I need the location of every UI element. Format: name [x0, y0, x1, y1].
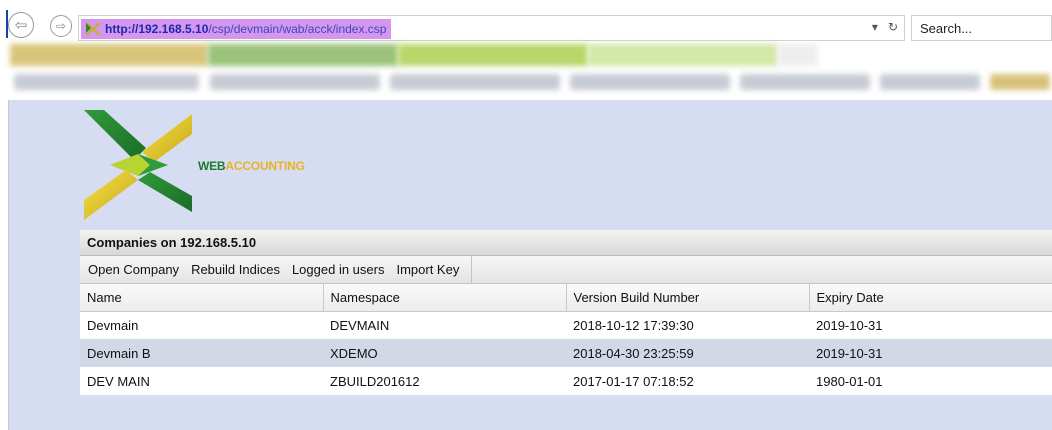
column-header-name[interactable]: Name — [80, 284, 324, 312]
bookmarks-bar — [10, 72, 1052, 94]
cell-namespace[interactable]: ZBUILD201612 — [323, 367, 566, 395]
refresh-icon[interactable]: ↻ — [888, 20, 898, 34]
blurred-bookmark[interactable] — [880, 74, 980, 90]
open-company-button[interactable]: Open Company — [82, 262, 185, 277]
cell-version-build[interactable]: 2017-01-17 07:18:52 — [566, 367, 809, 395]
table-row[interactable]: DEV MAIN ZBUILD201612 2017-01-17 07:18:52 1… — [80, 367, 1052, 395]
table-header-row: Name Namespace Version Build Number Expi… — [80, 284, 1052, 312]
blurred-bookmark[interactable] — [570, 74, 730, 90]
site-favicon-icon — [85, 23, 101, 35]
column-header-version[interactable]: Version Build Number — [566, 284, 810, 312]
blurred-bookmark[interactable] — [740, 74, 870, 90]
blurred-tab[interactable] — [208, 44, 398, 66]
cell-version-build[interactable]: 2018-10-12 17:39:30 — [566, 311, 809, 339]
companies-toolbar: Open Company Rebuild Indices Logged in u… — [80, 255, 1052, 284]
cell-expiry-date[interactable]: 1980-01-01 — [809, 367, 1052, 395]
blurred-tab[interactable] — [10, 44, 208, 66]
back-button[interactable]: ⇦ — [8, 12, 34, 38]
cell-name[interactable]: Devmain B — [80, 339, 323, 367]
logo-word-web: WEB — [198, 159, 226, 173]
webaccounting-logo: WEBACCOUNTING — [80, 108, 320, 222]
address-actions: ▾ ↻ — [872, 20, 898, 34]
dropdown-arrow-icon[interactable]: ▾ — [872, 20, 878, 34]
arrow-right-icon: ⇨ — [55, 19, 67, 33]
panel-title: Companies on 192.168.5.10 — [80, 230, 1052, 256]
cell-namespace[interactable]: XDEMO — [323, 339, 566, 367]
table-row[interactable]: Devmain B XDEMO 2018-04-30 23:25:59 2019-10… — [80, 339, 1052, 367]
forward-button[interactable]: ⇨ — [50, 15, 72, 37]
search-input[interactable]: Search... — [911, 15, 1052, 41]
rebuild-indices-button[interactable]: Rebuild Indices — [185, 262, 286, 277]
companies-table: Name Namespace Version Build Number Expi… — [80, 284, 1052, 395]
toolbar-group: Open Company Rebuild Indices Logged in u… — [82, 255, 473, 284]
logo-mark-icon — [84, 110, 192, 220]
panel-title-text: Companies on 192.168.5.10 — [87, 235, 257, 250]
table-row[interactable]: Devmain DEVMAIN 2018-10-12 17:39:30 2019-10… — [80, 311, 1052, 339]
cell-name[interactable]: DEV MAIN — [80, 367, 323, 395]
cell-version-build[interactable]: 2018-04-30 23:25:59 — [566, 339, 809, 367]
blurred-tab[interactable] — [778, 44, 818, 66]
import-key-button[interactable]: Import Key — [390, 262, 465, 277]
tab-strip — [10, 44, 1052, 66]
cell-expiry-date[interactable]: 2019-10-31 — [809, 339, 1052, 367]
search-placeholder: Search... — [920, 21, 973, 36]
url-path: /csp/devmain/wab/acck/index.csp — [208, 22, 387, 36]
blurred-tab[interactable] — [398, 44, 588, 66]
logo-word-accounting: ACCOUNTING — [225, 159, 305, 173]
cell-expiry-date[interactable]: 2019-10-31 — [809, 311, 1052, 339]
browser-chrome: ⇦ ⇨ http://192.168.5.10/csp/devmain/wab/… — [0, 0, 1052, 100]
blurred-bookmark[interactable] — [14, 74, 199, 90]
page-content: WEBACCOUNTING Companies on 192.168.5.10 … — [0, 100, 1052, 430]
blurred-bookmark[interactable] — [210, 74, 380, 90]
column-header-namespace[interactable]: Namespace — [323, 284, 567, 312]
logged-in-users-button[interactable]: Logged in users — [286, 262, 391, 277]
logo-wordmark: WEBACCOUNTING — [198, 159, 305, 173]
cell-name[interactable]: Devmain — [80, 311, 323, 339]
url-host: http://192.168.5.10 — [105, 22, 209, 36]
arrow-left-icon: ⇦ — [14, 16, 28, 34]
address-bar[interactable]: http://192.168.5.10/csp/devmain/wab/acck… — [78, 15, 905, 41]
blurred-tab[interactable] — [588, 44, 778, 66]
cell-namespace[interactable]: DEVMAIN — [323, 311, 566, 339]
blurred-bookmark[interactable] — [990, 74, 1050, 90]
url-text[interactable]: http://192.168.5.10/csp/devmain/wab/acck… — [81, 19, 392, 39]
companies-panel: Companies on 192.168.5.10 Open Company R… — [80, 230, 1052, 430]
column-header-expiry[interactable]: Expiry Date — [809, 284, 1052, 312]
blurred-bookmark[interactable] — [390, 74, 560, 90]
table-body: Devmain DEVMAIN 2018-10-12 17:39:30 2019-10… — [80, 311, 1052, 395]
